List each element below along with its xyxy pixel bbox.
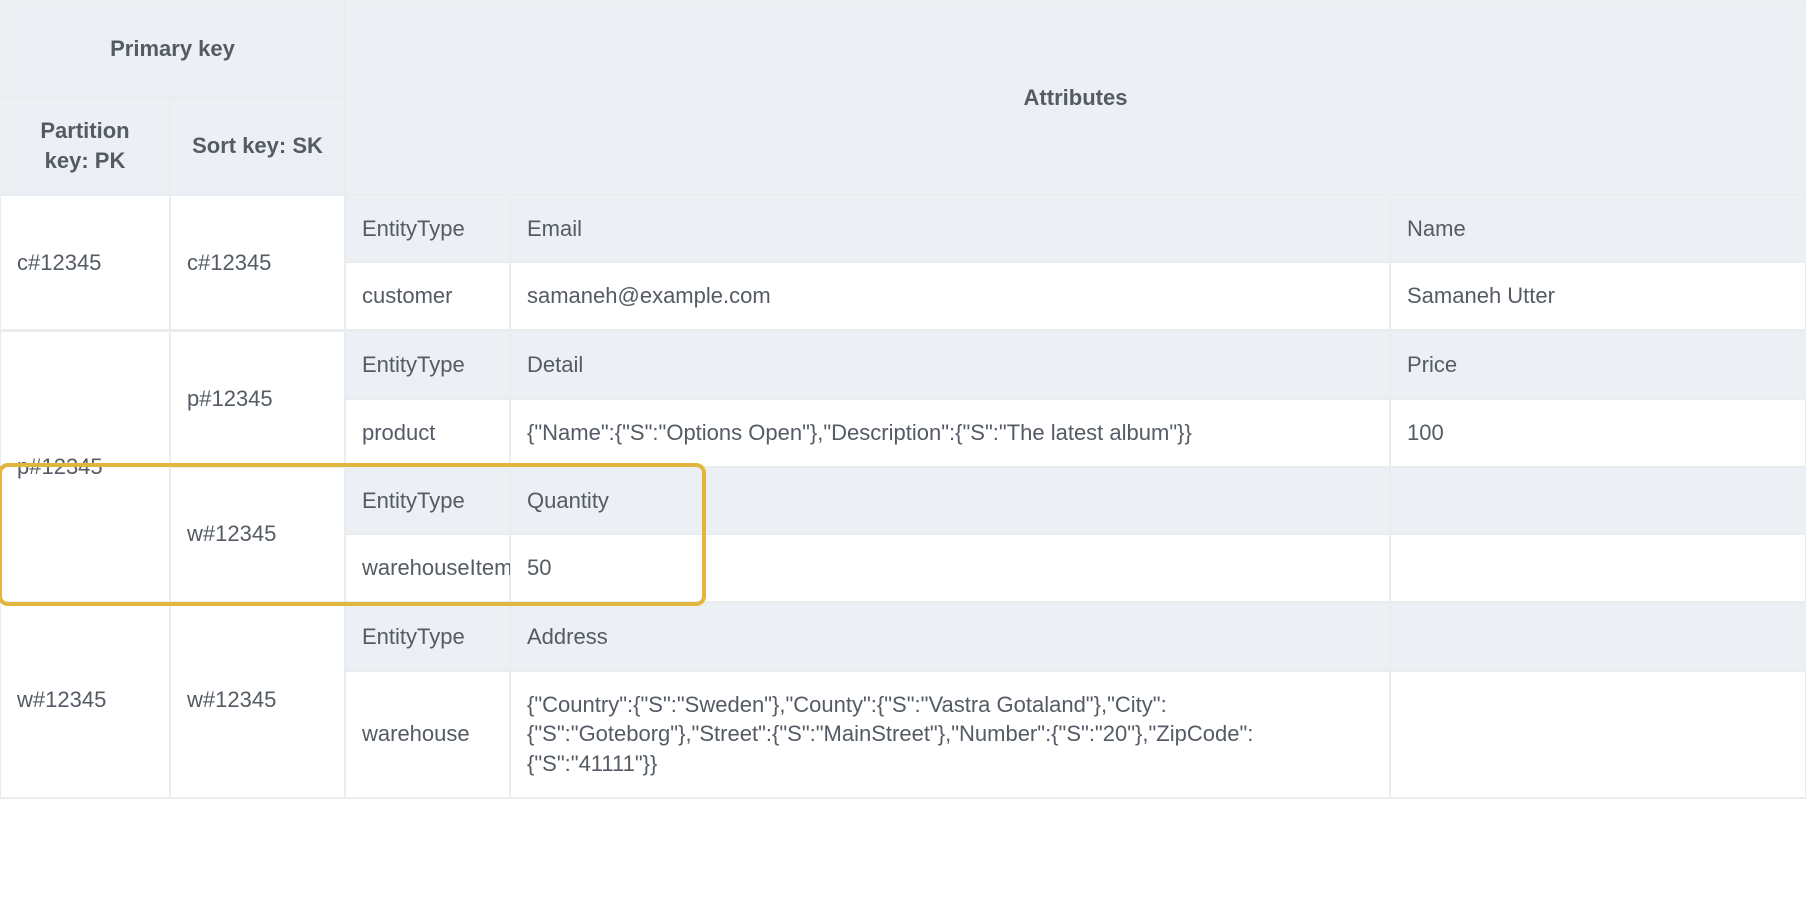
partition-key-value: w#12345: [0, 603, 170, 798]
dynamodb-table-view: Primary key Partition key: PK Sort key: …: [0, 0, 1806, 799]
attribute-value: samaneh@example.com: [510, 262, 1390, 330]
attribute-name: Email: [510, 195, 1390, 263]
sort-key-column: w#12345: [170, 603, 345, 798]
sort-key-column: c#12345: [170, 195, 345, 330]
attribute-name: EntityType: [345, 603, 510, 671]
attribute-value: 100: [1390, 399, 1806, 467]
table-header: Primary key Partition key: PK Sort key: …: [0, 0, 1806, 195]
attribute-value: warehouse: [345, 671, 510, 798]
attribute-name: Price: [1390, 331, 1806, 399]
partition-key-value: p#12345: [0, 331, 170, 602]
header-partition-key: Partition key: PK: [0, 97, 170, 194]
attribute-name: [1390, 603, 1806, 671]
table-row: c#12345c#12345EntityTypeEmailNamecustome…: [0, 195, 1806, 331]
attribute-name: Name: [1390, 195, 1806, 263]
attribute-value-row: warehouseItem50: [345, 534, 1806, 602]
attribute-value-row: product{"Name":{"S":"Options Open"},"Des…: [345, 399, 1806, 467]
attribute-value: {"Country":{"S":"Sweden"},"County":{"S":…: [510, 671, 1390, 798]
attribute-name: Detail: [510, 331, 1390, 399]
attribute-name: EntityType: [345, 467, 510, 535]
table-row: w#12345w#12345EntityTypeAddresswarehouse…: [0, 603, 1806, 799]
header-sort-key: Sort key: SK: [170, 97, 345, 194]
attribute-name: Address: [510, 603, 1390, 671]
attributes-column: EntityTypeEmailNamecustomersamaneh@examp…: [345, 195, 1806, 330]
attribute-value-row: customersamaneh@example.comSamaneh Utter: [345, 262, 1806, 330]
attributes-column: EntityTypeAddresswarehouse{"Country":{"S…: [345, 603, 1806, 798]
table-row: p#12345p#12345w#12345EntityTypeDetailPri…: [0, 331, 1806, 603]
attribute-value: [1390, 534, 1806, 602]
header-primary-key: Primary key: [0, 0, 345, 97]
attribute-header-row: EntityTypeDetailPrice: [345, 331, 1806, 399]
partition-key-value: c#12345: [0, 195, 170, 330]
attribute-value: 50: [510, 534, 1390, 602]
attribute-value: Samaneh Utter: [1390, 262, 1806, 330]
attribute-value: customer: [345, 262, 510, 330]
sort-key-column: p#12345w#12345: [170, 331, 345, 602]
sort-key-value: c#12345: [170, 195, 345, 330]
attribute-value: [1390, 671, 1806, 798]
attribute-name: [1390, 467, 1806, 535]
attribute-header-row: EntityTypeQuantity: [345, 467, 1806, 535]
sort-key-value: w#12345: [170, 603, 345, 798]
attribute-value: product: [345, 399, 510, 467]
attribute-value: warehouseItem: [345, 534, 510, 602]
sort-key-value: p#12345: [170, 331, 345, 466]
attribute-value-row: warehouse{"Country":{"S":"Sweden"},"Coun…: [345, 671, 1806, 798]
attribute-name: EntityType: [345, 195, 510, 263]
attribute-header-row: EntityTypeAddress: [345, 603, 1806, 671]
attributes-column: EntityTypeDetailPriceproduct{"Name":{"S"…: [345, 331, 1806, 602]
header-attributes: Attributes: [345, 0, 1806, 195]
attribute-header-row: EntityTypeEmailName: [345, 195, 1806, 263]
table-body: c#12345c#12345EntityTypeEmailNamecustome…: [0, 195, 1806, 799]
attribute-name: EntityType: [345, 331, 510, 399]
attribute-name: Quantity: [510, 467, 1390, 535]
sort-key-value: w#12345: [170, 467, 345, 602]
attribute-value: {"Name":{"S":"Options Open"},"Descriptio…: [510, 399, 1390, 467]
